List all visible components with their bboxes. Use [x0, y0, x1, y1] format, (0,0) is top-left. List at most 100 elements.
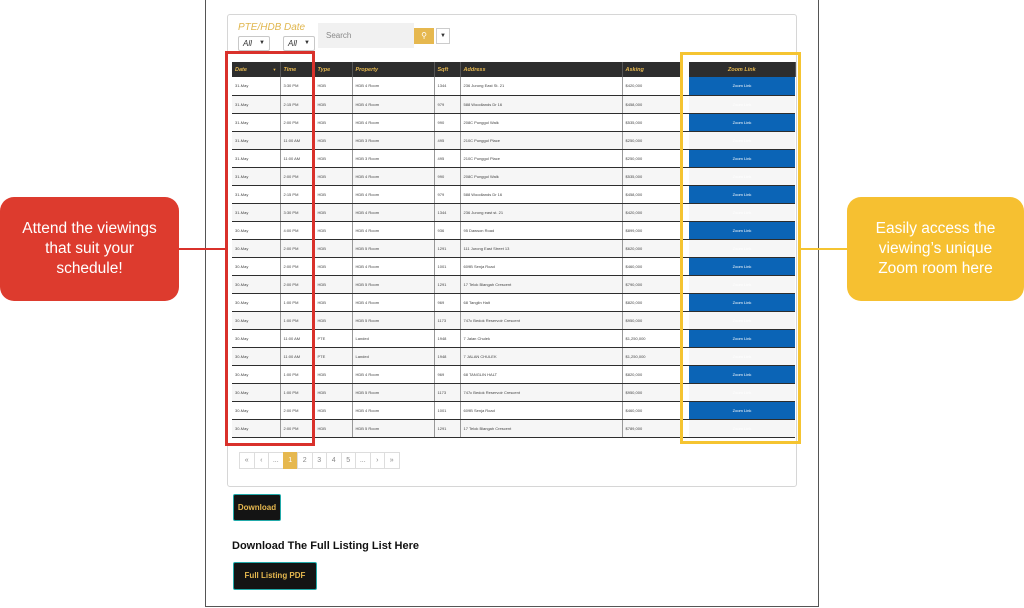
asking-cell: $789,000 — [622, 419, 682, 438]
asking-cell: $899,000 — [622, 221, 682, 240]
type-cell: HDB — [314, 239, 353, 258]
page-link[interactable]: 3 — [311, 452, 327, 469]
sqft-cell: 495 — [434, 149, 461, 168]
sqft-cell: 936 — [434, 221, 461, 240]
page-link[interactable]: 5 — [340, 452, 356, 469]
address-cell: 236 Jurong East St. 21 — [460, 77, 623, 96]
chevron-down-icon: ▼ — [259, 40, 265, 46]
property-cell: HDB 5 Room — [352, 275, 435, 294]
type-cell: HDB — [314, 167, 353, 186]
property-cell: HDB 4 Room — [352, 221, 435, 240]
search-input[interactable] — [318, 23, 414, 48]
type-column-header[interactable]: Type — [314, 62, 353, 77]
address-cell: 747c Bedok Reservoir Crescent — [460, 383, 623, 402]
asking-cell: $950,000 — [622, 383, 682, 402]
page-link[interactable]: 4 — [326, 452, 342, 469]
type-cell: HDB — [314, 365, 353, 384]
property-cell: HDB 4 Room — [352, 293, 435, 312]
asking-cell: $950,000 — [622, 311, 682, 330]
property-column-header[interactable]: Property — [352, 62, 435, 77]
left-callout-connector — [179, 248, 225, 250]
asking-column-header[interactable]: Asking — [622, 62, 682, 77]
full-listing-pdf-button[interactable]: Full Listing PDF — [233, 562, 317, 590]
type-cell: HDB — [314, 383, 353, 402]
address-cell: 588 Woodlands Dr 16 — [460, 95, 623, 114]
address-cell: 609B Senja Road — [460, 257, 623, 276]
page-link[interactable]: ... — [268, 452, 284, 469]
page-link[interactable]: ... — [355, 452, 371, 469]
address-cell: 588 Woodlands Dr 16 — [460, 185, 623, 204]
type-cell: HDB — [314, 221, 353, 240]
type-cell: HDB — [314, 203, 353, 222]
date-filter-label: Date — [284, 22, 306, 33]
sqft-cell: 1001 — [434, 401, 461, 420]
address-cell: 210C Punggol Place — [460, 149, 623, 168]
type-filter-label: PTE/HDB — [238, 22, 282, 33]
sqft-cell: 990 — [434, 113, 461, 132]
page-link[interactable]: ‹ — [253, 452, 269, 469]
page-link[interactable]: « — [239, 452, 255, 469]
address-cell: 210C Punggol Place — [460, 131, 623, 150]
search-options-dropdown[interactable]: ▼ — [436, 28, 450, 44]
download-button[interactable]: Download — [233, 494, 281, 521]
sqft-cell: 979 — [434, 185, 461, 204]
property-cell: HDB 5 Room — [352, 311, 435, 330]
asking-cell: $535,000 — [622, 167, 682, 186]
type-cell: HDB — [314, 293, 353, 312]
type-filter-select[interactable]: All ▼ — [238, 36, 270, 51]
sqft-cell: 1291 — [434, 239, 461, 258]
type-cell: HDB — [314, 113, 353, 132]
type-cell: HDB — [314, 311, 353, 330]
property-cell: HDB 3 Room — [352, 149, 435, 168]
property-cell: HDB 4 Room — [352, 167, 435, 186]
date-time-highlight-box — [225, 51, 315, 446]
property-cell: HDB 4 Room — [352, 401, 435, 420]
asking-cell: $250,000 — [622, 149, 682, 168]
sqft-cell: 495 — [434, 131, 461, 150]
type-cell: HDB — [314, 185, 353, 204]
asking-cell: $458,000 — [622, 185, 682, 204]
search-icon: ⚲ — [421, 31, 427, 40]
type-cell: HDB — [314, 401, 353, 420]
asking-cell: $250,000 — [622, 131, 682, 150]
page-link[interactable]: » — [384, 452, 400, 469]
asking-cell: $460,000 — [622, 257, 682, 276]
sqft-cell: 1291 — [434, 419, 461, 438]
sqft-cell: 1344 — [434, 77, 461, 96]
page-link[interactable]: 2 — [297, 452, 313, 469]
sqft-cell: 990 — [434, 167, 461, 186]
page-link[interactable]: › — [369, 452, 385, 469]
address-cell: 68 Tanglin Halt — [460, 293, 623, 312]
asking-cell: $820,000 — [622, 293, 682, 312]
full-listing-heading: Download The Full Listing List Here — [232, 540, 420, 552]
asking-cell: $460,000 — [622, 401, 682, 420]
address-cell: 7 JALAN CHULEK — [460, 347, 623, 366]
schedule-callout: Attend the viewings that suit your sched… — [0, 197, 179, 301]
sqft-cell: 1344 — [434, 203, 461, 222]
asking-cell: $420,000 — [622, 203, 682, 222]
search-button[interactable]: ⚲ — [414, 28, 434, 44]
property-cell: Landed — [352, 329, 435, 348]
type-cell: HDB — [314, 131, 353, 150]
sqft-column-header[interactable]: Sqft — [434, 62, 461, 77]
type-cell: HDB — [314, 77, 353, 96]
address-column-header[interactable]: Address — [460, 62, 623, 77]
asking-cell: $535,000 — [622, 113, 682, 132]
property-cell: HDB 3 Room — [352, 131, 435, 150]
asking-cell: $1,250,000 — [622, 347, 682, 366]
address-cell: 747c Bedok Reservoir Crescent — [460, 311, 623, 330]
property-cell: HDB 4 Room — [352, 77, 435, 96]
address-cell: 95 Dawson Road — [460, 221, 623, 240]
property-cell: HDB 4 Room — [352, 185, 435, 204]
type-cell: HDB — [314, 149, 353, 168]
property-cell: HDB 4 Room — [352, 257, 435, 276]
page-link[interactable]: 1 — [282, 452, 298, 469]
property-cell: HDB 5 Room — [352, 383, 435, 402]
date-filter-select[interactable]: All ▼ — [283, 36, 315, 51]
sqft-cell: 1948 — [434, 329, 461, 348]
sqft-cell: 969 — [434, 365, 461, 384]
property-cell: HDB 4 Room — [352, 203, 435, 222]
address-cell: 17 Telok Blangah Crescent — [460, 419, 623, 438]
type-cell: HDB — [314, 419, 353, 438]
type-cell: HDB — [314, 275, 353, 294]
